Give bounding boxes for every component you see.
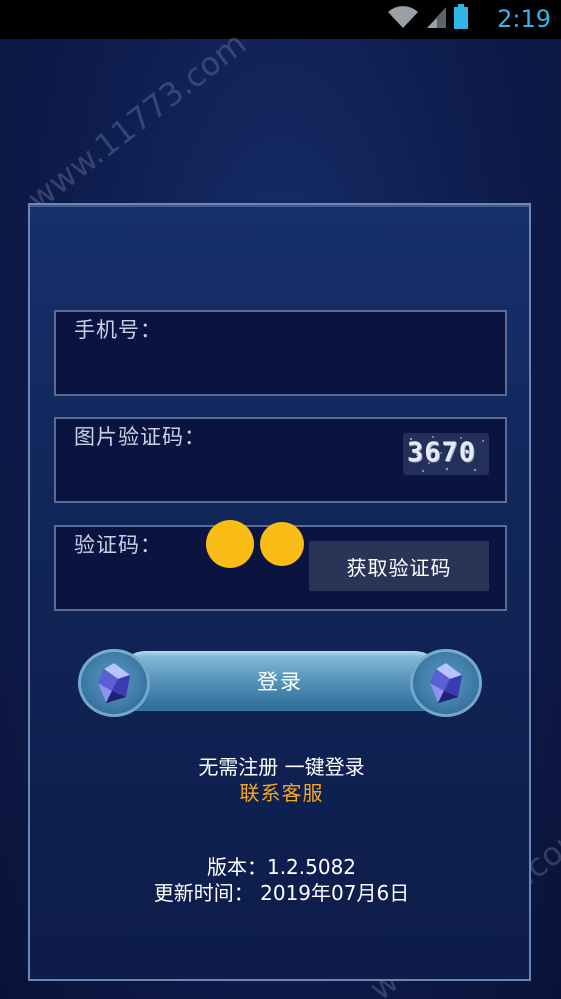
status-time: 2:19 [497, 5, 551, 33]
login-screen: 2:19 www.11773.com www.11773.com 11773 手… [0, 0, 561, 999]
signal-icon [425, 5, 447, 33]
status-icons [387, 4, 469, 34]
login-button[interactable]: 登录 [78, 649, 482, 717]
captcha-image[interactable]: 3670 [403, 433, 489, 475]
wifi-icon [387, 5, 419, 33]
contact-service-label: 联系客服 [239, 781, 324, 805]
status-bar: 2:19 [0, 0, 561, 39]
overlay-dot-right [260, 522, 304, 566]
login-button-label: 登录 [257, 670, 303, 694]
get-code-button[interactable]: 获取验证码 [309, 541, 489, 591]
update-time-text: 更新时间： 2019年07月6日 [153, 881, 410, 905]
captcha-text: 3670 [407, 437, 477, 468]
verification-code-label: 验证码： [74, 533, 162, 557]
phone-field[interactable]: 手机号： [54, 310, 507, 396]
contact-service-link[interactable]: 联系客服 [30, 777, 533, 805]
overlay-dot-left [206, 520, 254, 568]
image-captcha-label: 图片验证码： [74, 425, 206, 449]
watermark-top-left: www.11773.com [20, 24, 254, 218]
image-captcha-field[interactable]: 图片验证码： 3670 [54, 417, 507, 503]
version-text: 版本：1.2.5082 [206, 855, 357, 879]
battery-icon [453, 4, 469, 34]
phone-label: 手机号： [74, 318, 162, 342]
login-panel: 手机号： 图片验证码： 3670 验证码： 获取验证码 登录 无需注册 一键登录… [28, 203, 531, 981]
no-register-text: 无需注册 一键登录 [198, 755, 365, 779]
